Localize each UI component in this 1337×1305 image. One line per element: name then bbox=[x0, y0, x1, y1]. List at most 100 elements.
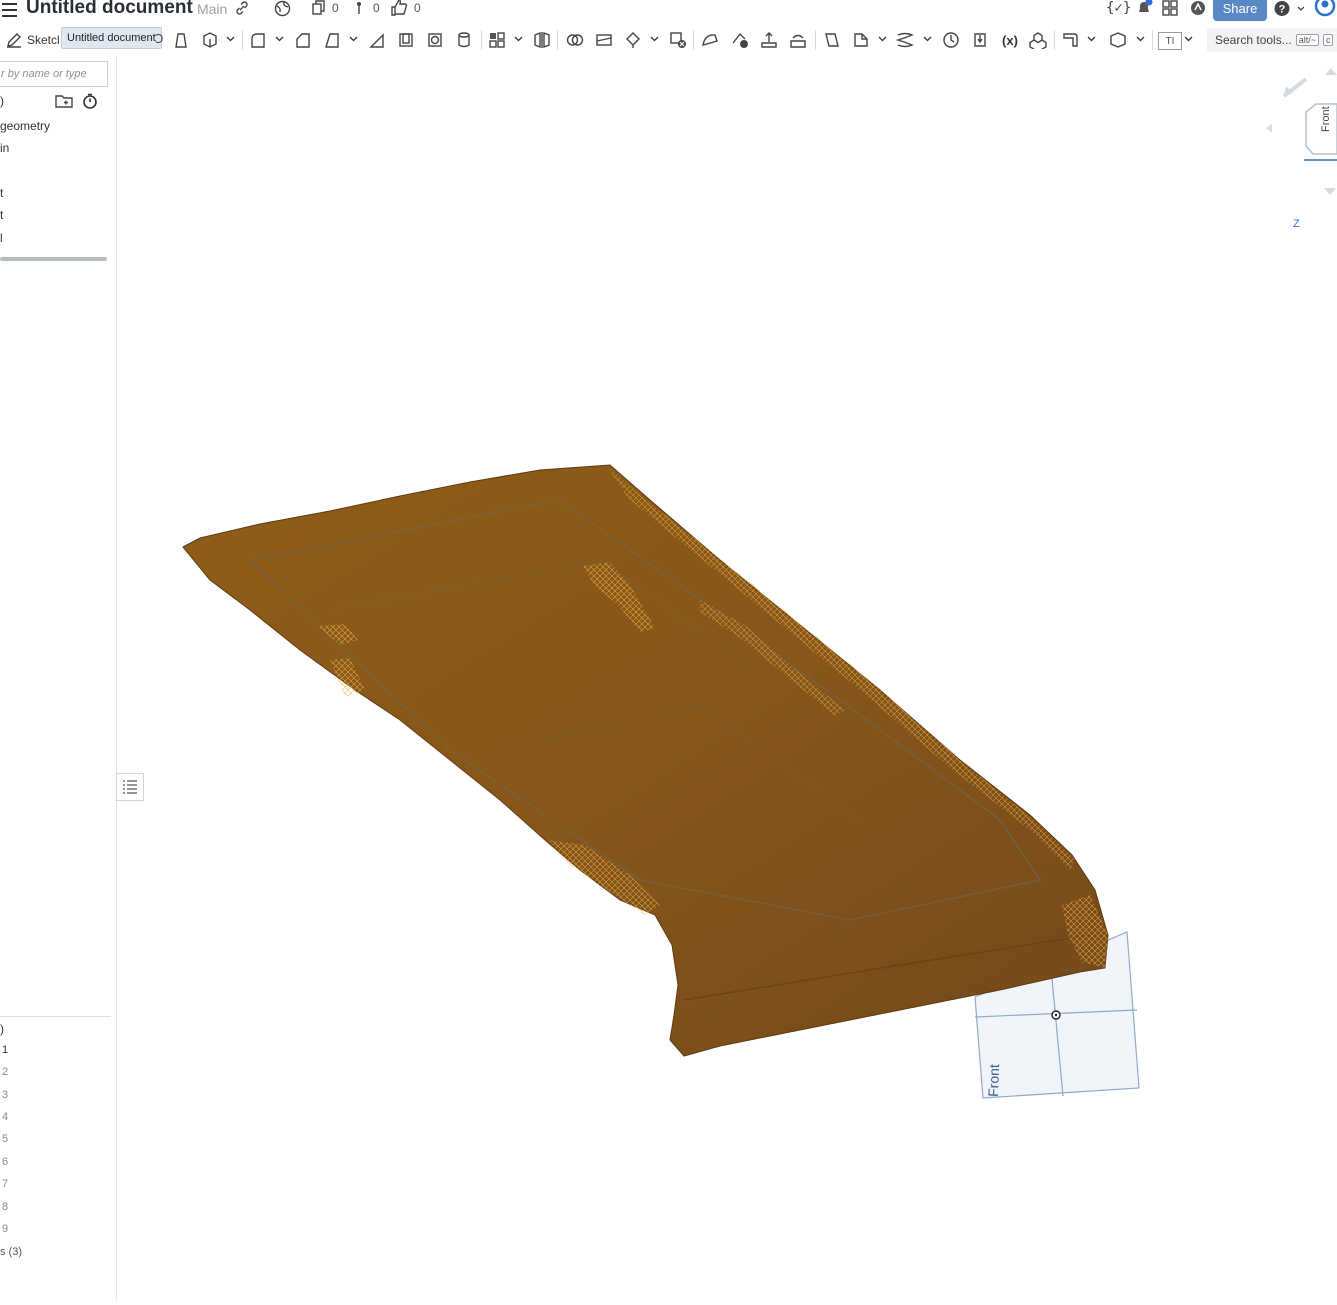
hole-icon[interactable] bbox=[425, 29, 445, 51]
chevron-down-icon[interactable] bbox=[878, 34, 887, 44]
link-icon[interactable] bbox=[235, 1, 249, 15]
user-avatar-icon[interactable] bbox=[1314, 0, 1337, 17]
app-store-icon[interactable] bbox=[1161, 0, 1179, 17]
globe-icon[interactable] bbox=[274, 0, 291, 17]
svg-text:?: ? bbox=[1279, 4, 1286, 16]
toolbar-divider bbox=[481, 30, 482, 50]
chamfer-icon[interactable] bbox=[293, 29, 313, 51]
part-studio-icon[interactable] bbox=[1028, 29, 1048, 51]
view-cube-face-label[interactable]: Front bbox=[1320, 106, 1332, 132]
chevron-down-icon[interactable] bbox=[650, 34, 659, 44]
list-item[interactable]: 3 bbox=[2, 1089, 8, 1101]
chevron-down-icon[interactable] bbox=[1087, 34, 1096, 44]
list-item[interactable]: 5 bbox=[2, 1133, 8, 1145]
variable-icon[interactable]: (x) bbox=[998, 29, 1022, 51]
tooltip: Untitled document bbox=[61, 27, 162, 49]
feature-item[interactable]: geometry bbox=[0, 119, 50, 133]
help-icon[interactable]: ? bbox=[1274, 0, 1304, 17]
sketch-button[interactable]: Sketcl bbox=[5, 28, 60, 52]
chevron-down-icon[interactable] bbox=[349, 34, 358, 44]
notifications-bell-icon[interactable] bbox=[1135, 0, 1153, 17]
shell-icon[interactable] bbox=[396, 29, 416, 51]
delete-face-icon[interactable] bbox=[730, 29, 750, 51]
add-folder-icon[interactable] bbox=[55, 93, 73, 109]
branches-count: 0 bbox=[373, 1, 380, 15]
learning-center-icon[interactable] bbox=[1189, 0, 1207, 17]
modify-fillet-icon[interactable] bbox=[700, 29, 720, 51]
branch-icon[interactable] bbox=[353, 0, 365, 16]
cylinder-icon[interactable] bbox=[454, 29, 474, 51]
viewport-canvas: Front bbox=[182, 464, 1140, 1099]
chevron-down-icon[interactable] bbox=[226, 34, 235, 44]
draft-icon[interactable] bbox=[322, 29, 342, 51]
revolve-icon[interactable] bbox=[200, 29, 220, 51]
chevron-down-icon[interactable] bbox=[923, 34, 932, 44]
left-arrow-icon bbox=[1266, 124, 1272, 133]
list-item[interactable]: 9 bbox=[2, 1223, 8, 1235]
sketch-dropdown-fragment-icon: Ↄ bbox=[155, 32, 164, 46]
search-shortcut: alt/~ bbox=[1295, 34, 1319, 46]
parts-list-footer[interactable]: s (3) bbox=[0, 1246, 22, 1258]
list-item[interactable]: 7 bbox=[2, 1178, 8, 1190]
down-arrow-icon bbox=[1324, 188, 1336, 195]
chevron-down-icon[interactable] bbox=[514, 34, 523, 44]
move-face-icon[interactable] bbox=[759, 29, 779, 51]
search-tools-button[interactable]: Search tools... alt/~ c bbox=[1207, 28, 1337, 52]
fillet-icon[interactable] bbox=[248, 29, 268, 51]
up-arrow-icon bbox=[1325, 68, 1337, 75]
import-icon[interactable] bbox=[970, 29, 990, 51]
toolbar-divider bbox=[693, 30, 694, 50]
document-title[interactable]: Untitled document bbox=[26, 0, 193, 19]
feature-item[interactable]: in bbox=[0, 141, 9, 155]
like-icon[interactable] bbox=[390, 0, 408, 16]
mesh-model[interactable] bbox=[182, 464, 1109, 1057]
mate-connector-icon[interactable] bbox=[851, 29, 871, 51]
feature-item[interactable]: t bbox=[0, 186, 3, 200]
toolbar-divider bbox=[1152, 30, 1153, 50]
share-button[interactable]: Share bbox=[1213, 0, 1267, 21]
panel-divider bbox=[0, 1016, 111, 1017]
custom-features-icon[interactable]: {✓} bbox=[1106, 0, 1131, 16]
branch-name[interactable]: Main bbox=[197, 1, 227, 17]
sketch-label: Sketcl bbox=[27, 33, 60, 47]
versions-icon[interactable] bbox=[311, 0, 327, 16]
linear-pattern-icon[interactable] bbox=[487, 29, 507, 51]
hamburger-menu-icon[interactable] bbox=[2, 0, 18, 17]
list-item[interactable]: 6 bbox=[2, 1156, 8, 1168]
list-item[interactable]: 8 bbox=[2, 1201, 8, 1213]
list-item[interactable]: 4 bbox=[2, 1111, 8, 1123]
extrude-icon[interactable] bbox=[171, 29, 191, 51]
rollback-timer-icon[interactable] bbox=[82, 93, 98, 110]
pencil-icon bbox=[7, 33, 21, 48]
toolbar-divider bbox=[242, 30, 243, 50]
feature-item[interactable]: t bbox=[0, 208, 3, 222]
chevron-down-icon[interactable] bbox=[275, 34, 284, 44]
measure-icon[interactable] bbox=[941, 29, 961, 51]
text-tool-icon[interactable]: TI bbox=[1158, 32, 1182, 50]
split-icon[interactable] bbox=[594, 29, 614, 51]
sheet-metal-icon[interactable] bbox=[1060, 29, 1080, 51]
rib-icon[interactable] bbox=[367, 29, 387, 51]
surface-icon[interactable] bbox=[1108, 29, 1128, 51]
z-axis-label: Z bbox=[1293, 218, 1300, 230]
horizontal-scrollbar[interactable] bbox=[0, 257, 107, 261]
boolean-icon[interactable] bbox=[565, 29, 585, 51]
search-shortcut-2: c bbox=[1322, 34, 1334, 46]
graphics-viewport[interactable]: Front bbox=[117, 56, 1337, 1300]
list-item[interactable]: 2 bbox=[2, 1066, 8, 1078]
feature-filter-input[interactable] bbox=[0, 61, 108, 87]
likes-count: 0 bbox=[414, 1, 421, 15]
replace-face-icon[interactable] bbox=[788, 29, 808, 51]
delete-part-icon[interactable] bbox=[668, 29, 688, 51]
transform-icon[interactable] bbox=[623, 29, 643, 51]
list-item[interactable]: 1 bbox=[2, 1044, 8, 1056]
mirror-icon[interactable] bbox=[532, 29, 552, 51]
chevron-down-icon[interactable] bbox=[1184, 34, 1193, 44]
helix-icon[interactable] bbox=[895, 29, 915, 51]
feature-item[interactable]: l bbox=[0, 231, 3, 245]
toolbar-divider bbox=[557, 30, 558, 50]
plane-icon[interactable] bbox=[822, 29, 842, 51]
view-cube[interactable]: Z Front bbox=[1262, 62, 1337, 230]
chevron-down-icon[interactable] bbox=[1136, 34, 1145, 44]
feature-list-panel: ) geometry in t t l ) 1 2 3 4 5 6 7 8 9 … bbox=[0, 56, 117, 1300]
